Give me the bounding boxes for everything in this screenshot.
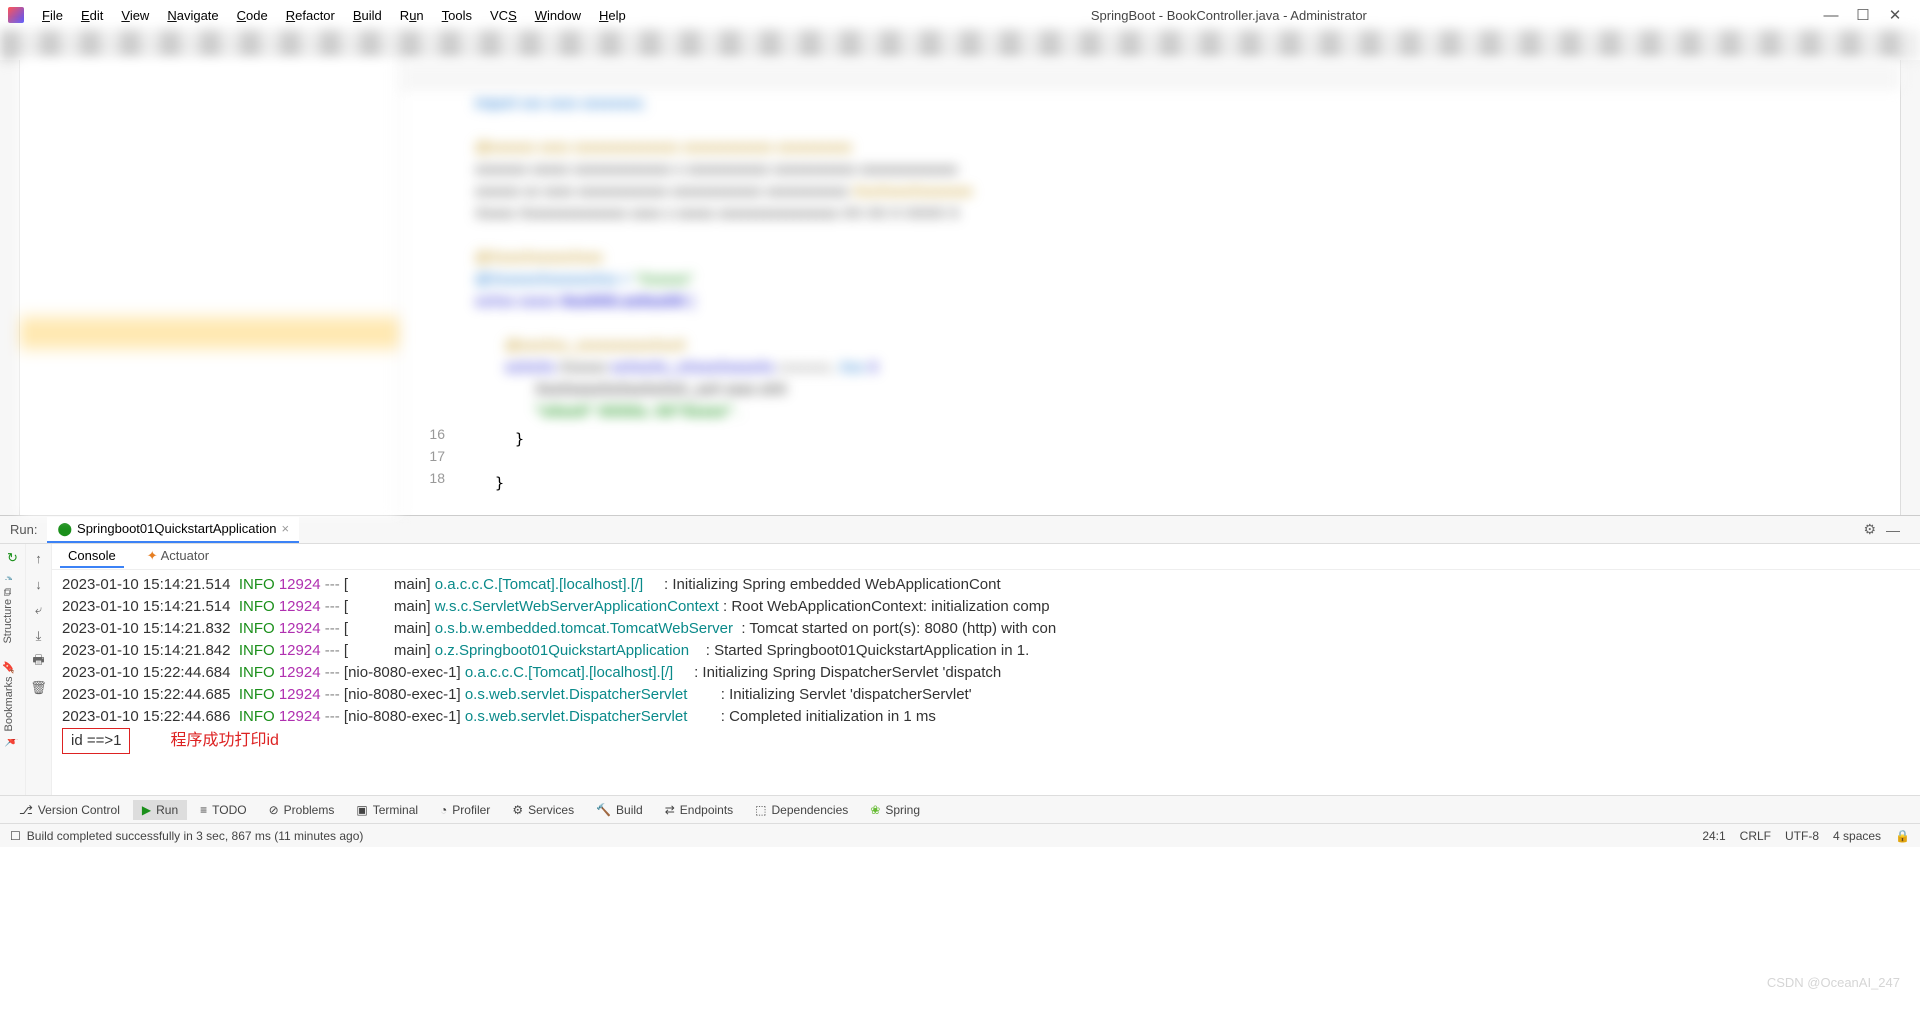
menu-help[interactable]: Help [591, 6, 634, 25]
run-header: Run: ⬤ Springboot01QuickstartApplication… [0, 516, 1920, 544]
rerun-icon[interactable]: ↻ [5, 550, 21, 566]
minimize-panel-icon[interactable]: — [1886, 522, 1900, 538]
tool-run[interactable]: ▶Run [133, 800, 187, 820]
close-tab-icon[interactable]: × [281, 521, 289, 536]
left-gutter-strip[interactable] [0, 60, 20, 515]
run-action-column-2: ↑ ↓ ⤶ ⤓ 🖶 🗑 [26, 544, 52, 795]
line-17: 17 [400, 445, 445, 467]
tool-todo[interactable]: ≡TODO [191, 800, 255, 820]
side-tabs: Structure ⧉ Bookmarks 🔖 [0, 580, 20, 739]
up-icon[interactable]: ↑ [31, 550, 47, 566]
editor-area: 16 17 18 import xxx xxxx xxxxxxxx; @xxxx… [400, 60, 1900, 515]
lock-icon[interactable]: 🔒 [1895, 829, 1910, 843]
file-encoding[interactable]: UTF-8 [1785, 829, 1819, 843]
window-controls: — ☐ ✕ [1824, 8, 1912, 22]
menu-view[interactable]: View [113, 6, 157, 25]
main-area: 16 17 18 import xxx xxxx xxxxxxxx; @xxxx… [0, 60, 1920, 515]
soft-wrap-icon[interactable]: ⤶ [31, 602, 47, 618]
menu-window[interactable]: Window [527, 6, 589, 25]
menu-navigate[interactable]: Navigate [159, 6, 226, 25]
run-label: Run: [10, 522, 37, 537]
line-16: 16 [400, 423, 445, 445]
console-area: Console ✦Actuator 2023-01-10 15:14:21.51… [52, 544, 1920, 795]
tool-spring[interactable]: ❀Spring [861, 800, 929, 820]
line-separator[interactable]: CRLF [1740, 829, 1771, 843]
tool-build[interactable]: 🔨Build [587, 800, 652, 820]
line-18: 18 [400, 467, 445, 489]
tool-dependencies[interactable]: ⬚Dependencies [746, 800, 857, 820]
run-tab-label: Springboot01QuickstartApplication [77, 521, 276, 536]
editor-tabbar[interactable] [400, 60, 1900, 88]
bottom-toolbar: ⎇Version Control ▶Run ≡TODO ⊘Problems ▣T… [0, 795, 1920, 823]
code-line-18: } [455, 472, 1900, 494]
gear-icon[interactable]: ⚙ [1863, 521, 1876, 538]
print-icon[interactable]: 🖶 [31, 654, 47, 670]
run-body: ↻ 🔧 ▶ ■ 📷 ⊟ ⊞ 📌 ↑ ↓ ⤶ ⤓ 🖶 🗑 Console ✦Act… [0, 544, 1920, 795]
right-gutter-strip[interactable] [1900, 60, 1920, 515]
minimize-icon[interactable]: — [1824, 8, 1838, 22]
menu-code[interactable]: Code [229, 6, 276, 25]
menu-tools[interactable]: Tools [434, 6, 480, 25]
status-icon: ☐ [10, 829, 21, 843]
tool-problems[interactable]: ⊘Problems [260, 800, 344, 820]
indent-info[interactable]: 4 spaces [1833, 829, 1881, 843]
id-note: 程序成功打印id [170, 732, 278, 749]
tool-version-control[interactable]: ⎇Version Control [10, 800, 129, 820]
watermark: CSDN @OceanAI_247 [1767, 975, 1900, 990]
statusbar: ☐ Build completed successfully in 3 sec,… [0, 823, 1920, 847]
console-output[interactable]: 2023-01-10 15:14:21.514 INFO 12924 --- [… [52, 570, 1920, 795]
menu-refactor[interactable]: Refactor [278, 6, 343, 25]
status-message: Build completed successfully in 3 sec, 8… [27, 829, 364, 843]
run-panel: Run: ⬤ Springboot01QuickstartApplication… [0, 515, 1920, 795]
titlebar: File Edit View Navigate Code Refactor Bu… [0, 0, 1920, 30]
menu-edit[interactable]: Edit [73, 6, 111, 25]
app-icon [8, 7, 24, 23]
tool-services[interactable]: ⚙Services [503, 800, 583, 820]
bookmarks-side-tab[interactable]: Bookmarks 🔖 [0, 652, 17, 740]
scroll-end-icon[interactable]: ⤓ [31, 628, 47, 644]
line-gutter: 16 17 18 [400, 88, 455, 515]
run-config-tab[interactable]: ⬤ Springboot01QuickstartApplication × [47, 517, 299, 543]
code-line-16: } [455, 428, 1900, 450]
code-blurred: import xxx xxxx xxxxxxxx; @xxxxxx xxxx x… [455, 88, 1900, 428]
tool-endpoints[interactable]: ⇄Endpoints [656, 800, 742, 820]
structure-side-tab[interactable]: Structure ⧉ [0, 580, 16, 652]
console-tab[interactable]: Console [60, 545, 124, 568]
maximize-icon[interactable]: ☐ [1856, 8, 1870, 22]
actuator-tab[interactable]: ✦Actuator [139, 545, 217, 569]
menu-vcs[interactable]: VCS [482, 6, 525, 25]
tool-profiler[interactable]: ◔Profiler [431, 800, 499, 820]
tool-terminal[interactable]: ▣Terminal [347, 800, 427, 820]
menu-file[interactable]: File [34, 6, 71, 25]
id-output-highlight: id ==>1 [62, 728, 130, 754]
console-tabs: Console ✦Actuator [52, 544, 1920, 570]
down-icon[interactable]: ↓ [31, 576, 47, 592]
close-icon[interactable]: ✕ [1888, 8, 1902, 22]
menu-build[interactable]: Build [345, 6, 390, 25]
project-tree[interactable] [20, 60, 400, 515]
main-toolbar[interactable] [0, 30, 1920, 60]
caret-position[interactable]: 24:1 [1702, 829, 1725, 843]
window-title: SpringBoot - BookController.java - Admin… [634, 8, 1824, 23]
code-area[interactable]: 16 17 18 import xxx xxxx xxxxxxxx; @xxxx… [400, 88, 1900, 515]
menubar: File Edit View Navigate Code Refactor Bu… [34, 6, 634, 25]
menu-run[interactable]: Run [392, 6, 432, 25]
clear-icon[interactable]: 🗑 [31, 680, 47, 696]
